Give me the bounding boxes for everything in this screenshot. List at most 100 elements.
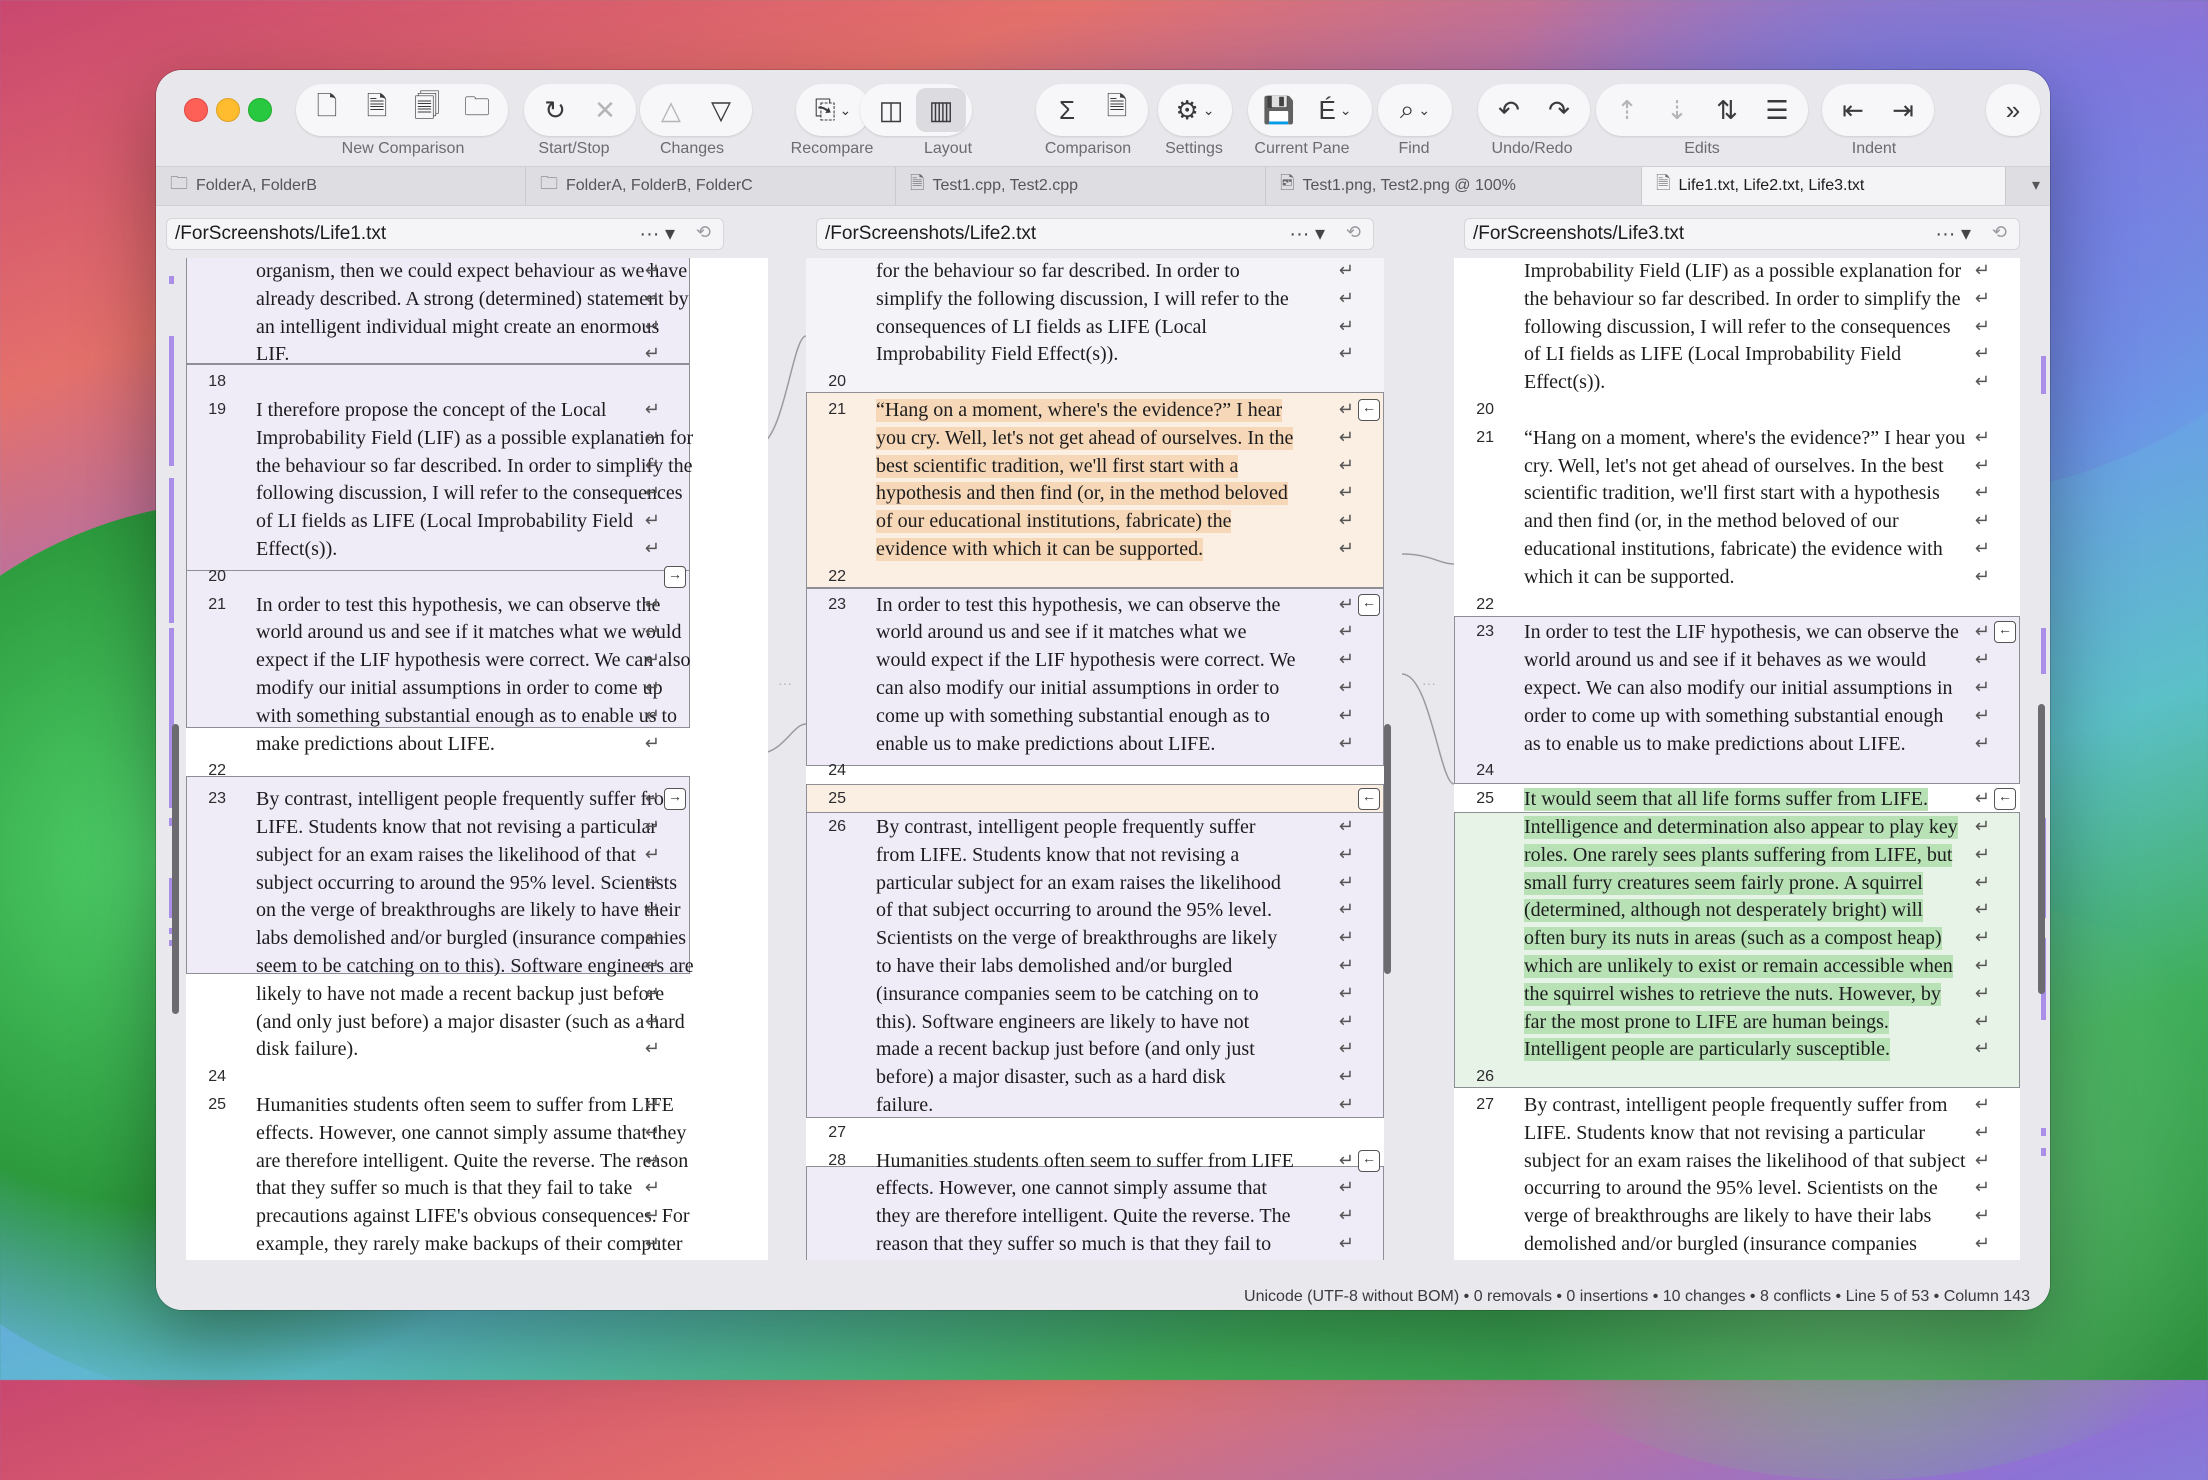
minimize-window-button[interactable] bbox=[216, 98, 240, 122]
merge-action-icon[interactable]: ← bbox=[1358, 399, 1380, 421]
text-line[interactable]: roles. One rarely sees plants suffering … bbox=[1454, 842, 2020, 870]
text-line[interactable]: simplify the following discussion, I wil… bbox=[806, 286, 1384, 314]
text-line[interactable]: world around us and see if it matches wh… bbox=[806, 619, 1384, 647]
text-line[interactable]: verge of breakthroughs are likely to hav… bbox=[1454, 1203, 2020, 1231]
text-line[interactable]: organism, then we could expect behaviour… bbox=[186, 258, 690, 286]
text-line[interactable]: expect if the LIF hypothesis were correc… bbox=[186, 647, 691, 675]
text-line[interactable]: come up with something substantial enoug… bbox=[806, 703, 1384, 731]
text-line[interactable]: 27 By contrast, intelligent people freque… bbox=[1454, 1092, 2020, 1120]
middle-text-area[interactable]: for the behaviour so far described. In o… bbox=[806, 258, 1384, 1260]
tab-test-png[interactable]: 🖻 Test1.png, Test2.png @ 100% bbox=[1266, 167, 1642, 205]
merge-action-icon[interactable]: ← bbox=[1358, 788, 1380, 811]
text-line[interactable]: which it can be supported. ↵ bbox=[1454, 564, 2020, 592]
text-line[interactable]: world around us and see if it matches wh… bbox=[186, 619, 690, 647]
text-line[interactable]: of our educational institutions, fabrica… bbox=[806, 508, 1384, 536]
close-window-button[interactable] bbox=[184, 98, 208, 122]
right-text-area[interactable]: Improbability Field (LIF) as a possible … bbox=[1454, 258, 2020, 1260]
middle-scrollbar[interactable] bbox=[1384, 724, 1391, 974]
left-text-area[interactable]: organism, then we could expect behaviour… bbox=[186, 258, 768, 1260]
three-pane-layout-icon[interactable]: ▥ bbox=[916, 88, 966, 132]
move-up-icon[interactable]: ⇡ bbox=[1602, 88, 1652, 132]
encoding-icon[interactable]: É ⌄ bbox=[1304, 88, 1366, 132]
text-line[interactable]: 19 I therefore propose the concept of the… bbox=[186, 397, 690, 425]
text-line[interactable]: for the behaviour so far described. In o… bbox=[806, 258, 1384, 286]
next-change-icon[interactable]: ▽ bbox=[696, 88, 746, 132]
merge-action-icon[interactable]: ← bbox=[1994, 788, 2016, 811]
text-line[interactable]: particular subject for an exam raises th… bbox=[806, 870, 1384, 898]
text-line[interactable]: on the verge of breakthroughs are likely… bbox=[186, 897, 690, 925]
history-icon[interactable]: ⟲ bbox=[1992, 222, 2007, 243]
new-binary-comparison-icon[interactable]: 🗎 bbox=[352, 88, 402, 132]
right-scrollbar[interactable] bbox=[2038, 704, 2045, 994]
tab-overflow-icon[interactable]: ▾ bbox=[2032, 175, 2040, 195]
text-line[interactable]: this). Software engineers are likely to … bbox=[806, 1009, 1384, 1037]
text-line[interactable]: far the most prone to LIFE are human bei… bbox=[1454, 1009, 2020, 1037]
text-line[interactable]: disk failure). ↵ bbox=[186, 1036, 690, 1064]
text-line[interactable]: take precautions against LIFE's obvious↵ bbox=[806, 1259, 1384, 1260]
merge-action-icon[interactable]: → bbox=[664, 565, 686, 588]
text-line[interactable]: hypothesis and then find (or, in the met… bbox=[806, 480, 1384, 508]
text-line[interactable]: as to enable us to make predictions abou… bbox=[1454, 731, 2020, 759]
text-line[interactable]: (determined, although not desperately br… bbox=[1454, 897, 2020, 925]
text-line[interactable]: you cry. Well, let's not get ahead of ou… bbox=[806, 425, 1384, 453]
text-line[interactable]: work and therefore greatly raise the cha… bbox=[186, 1259, 690, 1260]
merge-action-icon[interactable]: ← bbox=[1994, 621, 2016, 644]
text-line[interactable]: subject for an exam raises the likelihoo… bbox=[186, 842, 690, 870]
text-line[interactable]: best scientific tradition, we'll first s… bbox=[806, 453, 1384, 481]
text-line[interactable]: 25 It would seem that all life forms suff… bbox=[1454, 786, 2020, 814]
path-menu-icon[interactable]: ··· ▾ bbox=[639, 221, 675, 246]
text-line[interactable]: which are unlikely to exist or remain ac… bbox=[1454, 953, 2020, 981]
text-line[interactable]: an intelligent individual might create a… bbox=[186, 314, 690, 342]
text-line[interactable]: following discussion, I will refer to th… bbox=[186, 480, 690, 508]
text-line[interactable]: precautions against LIFE's obvious conse… bbox=[186, 1203, 690, 1231]
text-line[interactable]: demolished and/or burgled (insurance com… bbox=[1454, 1231, 2020, 1259]
text-line[interactable]: 21 “Hang on a moment, where's the evidenc… bbox=[806, 397, 1384, 425]
tab-folders-ab[interactable]: 🗀 FolderA, FolderB bbox=[156, 167, 526, 205]
text-line[interactable]: of LI fields as LIFE (Local Improbabilit… bbox=[1454, 341, 2020, 369]
text-line[interactable]: 18 bbox=[186, 369, 690, 397]
text-line[interactable]: order to come up with something substant… bbox=[1454, 703, 2020, 731]
text-line[interactable]: occurring to around the 95% level. Scien… bbox=[1454, 1175, 2020, 1203]
text-line[interactable]: with something substantial enough as to … bbox=[186, 703, 690, 731]
search-icon[interactable]: ⌕ ⌄ bbox=[1384, 88, 1446, 132]
stop-icon[interactable]: ✕ bbox=[580, 88, 630, 132]
path-menu-icon[interactable]: ··· ▾ bbox=[1289, 221, 1325, 246]
text-line[interactable]: reason that they suffer so much is that … bbox=[806, 1231, 1384, 1259]
text-line[interactable]: the squirrel wishes to retrieve the nuts… bbox=[1454, 981, 2020, 1009]
undo-icon[interactable]: ↶ bbox=[1484, 88, 1534, 132]
text-line[interactable]: 26 bbox=[1454, 1064, 2020, 1092]
indent-icon[interactable]: ⇥ bbox=[1878, 88, 1928, 132]
text-line[interactable]: 24 bbox=[1454, 758, 2020, 786]
path-menu-icon[interactable]: ··· ▾ bbox=[1935, 221, 1971, 246]
text-line[interactable]: following discussion, I will refer to th… bbox=[1454, 314, 2020, 342]
text-line[interactable]: expect. We can also modify our initial a… bbox=[1454, 675, 2020, 703]
history-icon[interactable]: ⟲ bbox=[1346, 222, 1361, 243]
text-line[interactable]: consequences of LI fields as LIFE (Local… bbox=[806, 314, 1384, 342]
text-line[interactable]: that they suffer so much is that they fa… bbox=[186, 1175, 690, 1203]
text-line[interactable]: 23 In order to test the LIF hypothesis, w… bbox=[1454, 619, 2020, 647]
outdent-icon[interactable]: ⇤ bbox=[1828, 88, 1878, 132]
text-line[interactable]: (insurance companies seem to be catching… bbox=[806, 981, 1384, 1009]
merge-action-icon[interactable]: → bbox=[664, 788, 686, 811]
text-line[interactable]: LIFE. Students know that not revising a … bbox=[1454, 1120, 2020, 1148]
text-line[interactable]: Effect(s)). ↵ bbox=[186, 536, 690, 564]
document-info-icon[interactable]: 🗎 bbox=[1092, 88, 1142, 132]
text-line[interactable]: effects. However, one cannot simply assu… bbox=[806, 1175, 1384, 1203]
left-path-bar[interactable]: /ForScreenshots/Life1.txt ··· ▾ ⟲ bbox=[166, 218, 724, 250]
text-line[interactable]: the behaviour so far described. In order… bbox=[1454, 286, 2020, 314]
text-line[interactable]: LIF. ↵ bbox=[186, 341, 690, 369]
text-line[interactable]: 25 ← bbox=[806, 786, 1384, 814]
text-line[interactable]: 21 In order to test this hypothesis, we c… bbox=[186, 592, 690, 620]
text-line[interactable]: are therefore intelligent. Quite the rev… bbox=[186, 1148, 690, 1176]
text-line[interactable]: 21 “Hang on a moment, where's the evidenc… bbox=[1454, 425, 2020, 453]
redo-icon[interactable]: ↷ bbox=[1534, 88, 1584, 132]
text-line[interactable]: evidence with which it can be supported.… bbox=[806, 536, 1384, 564]
recompare-menu-icon[interactable]: ⎘ ⌄ bbox=[802, 88, 864, 132]
text-line[interactable]: LIFE. Students know that not revising a … bbox=[186, 814, 690, 842]
text-line[interactable]: made a recent backup just before (and on… bbox=[806, 1036, 1384, 1064]
right-path-bar[interactable]: /ForScreenshots/Life3.txt ··· ▾ ⟲ bbox=[1464, 218, 2020, 250]
text-line[interactable]: seem to be catching on to this). Softwar… bbox=[186, 953, 694, 981]
new-text-comparison-icon[interactable]: 🗋 bbox=[302, 88, 352, 132]
middle-path-bar[interactable]: /ForScreenshots/Life2.txt ··· ▾ ⟲ bbox=[816, 218, 1374, 250]
sigma-icon[interactable]: Σ bbox=[1042, 88, 1092, 132]
